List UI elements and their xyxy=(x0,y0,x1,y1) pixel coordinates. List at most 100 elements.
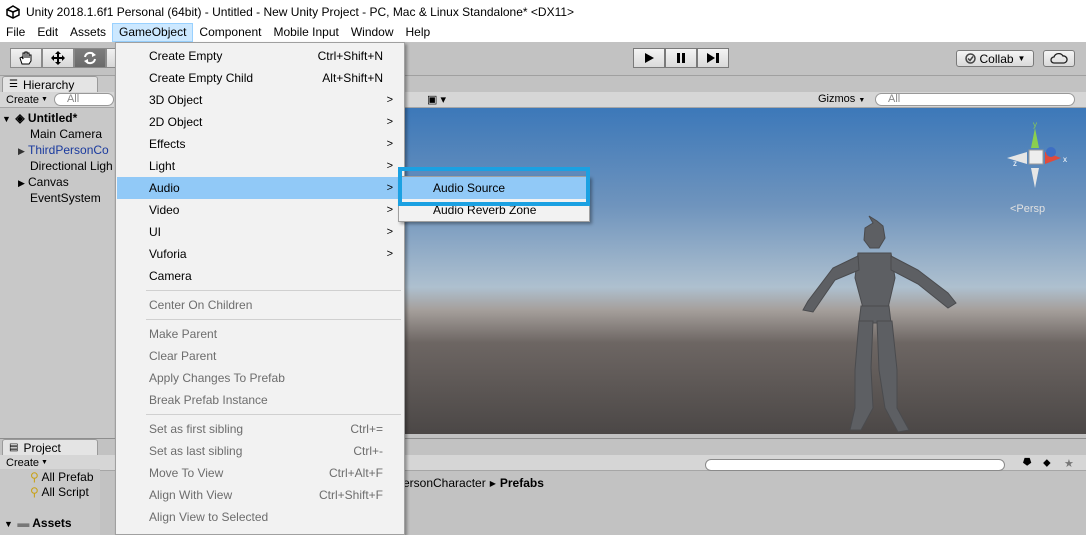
menu-item-center-on-children[interactable]: Center On Children xyxy=(117,294,403,316)
menu-item-label: Center On Children xyxy=(149,298,253,312)
breadcrumb-current[interactable]: Prefabs xyxy=(500,476,544,490)
star-icon[interactable]: ★ xyxy=(1064,457,1074,470)
menu-item-shortcut: Ctrl+Shift+N xyxy=(317,49,383,63)
menu-item-shortcut: Ctrl+= xyxy=(350,422,383,436)
cloud-button[interactable] xyxy=(1043,50,1075,67)
menu-item-label: Camera xyxy=(149,269,192,283)
rotate-icon xyxy=(84,51,96,65)
image-icon[interactable]: ▣ ▾ xyxy=(427,93,446,106)
collab-button[interactable]: Collab ▼ xyxy=(956,50,1034,67)
menu-item-audio[interactable]: Audio > xyxy=(117,177,403,199)
menu-item-label: Create Empty Child xyxy=(149,71,254,85)
menu-item-label: Audio xyxy=(149,181,180,195)
menu-window[interactable]: Window xyxy=(345,23,400,42)
tree-item-label: Main Camera xyxy=(30,127,103,141)
project-create-label: Create xyxy=(6,456,40,469)
hierarchy-create-dropdown[interactable]: Create ▼ xyxy=(6,94,48,106)
project-create-dropdown[interactable]: Create ▼ xyxy=(6,457,48,469)
menu-separator xyxy=(146,414,401,415)
menu-item-vuforia[interactable]: Vuforia > xyxy=(117,243,403,265)
scene-search-placeholder: All xyxy=(888,93,901,105)
hierarchy-tab-label: Hierarchy xyxy=(22,77,75,92)
pause-button[interactable] xyxy=(665,48,697,68)
menu-item-camera[interactable]: Camera xyxy=(117,265,403,287)
menu-item-label: Apply Changes To Prefab xyxy=(149,371,285,385)
menu-item-video[interactable]: Video > xyxy=(117,199,403,221)
menu-component[interactable]: Component xyxy=(193,23,267,42)
menu-item-create-empty[interactable]: Create Empty Ctrl+Shift+N xyxy=(117,45,403,67)
menu-edit[interactable]: Edit xyxy=(31,23,64,42)
play-button[interactable] xyxy=(633,48,665,68)
menu-item-clear-parent[interactable]: Clear Parent xyxy=(117,345,403,367)
menu-help[interactable]: Help xyxy=(400,23,437,42)
menu-assets[interactable]: Assets xyxy=(64,23,112,42)
menu-item-set-first-sibling[interactable]: Set as first sibling Ctrl+= xyxy=(117,418,403,440)
search-icon: ⚲ xyxy=(30,485,39,499)
scene-view[interactable]: y x z <Persp xyxy=(403,108,1086,434)
menu-item-shortcut: Alt+Shift+N xyxy=(322,71,383,85)
menu-item-light[interactable]: Light > xyxy=(117,155,403,177)
breadcrumb-parent[interactable]: ersonCharacter xyxy=(403,476,486,490)
tree-item-label: Canvas xyxy=(28,175,69,189)
chevron-down-icon: ▼ xyxy=(1017,54,1026,63)
assets-label: Assets xyxy=(32,516,72,530)
menu-item-move-to-view[interactable]: Move To View Ctrl+Alt+F xyxy=(117,462,403,484)
menu-file[interactable]: File xyxy=(0,23,31,42)
scene-root-row[interactable]: ▼ ◈ Untitled* xyxy=(2,110,77,126)
tree-item-thirdperson[interactable]: ▶ ThirdPersonCo xyxy=(18,142,109,158)
play-icon xyxy=(645,53,654,63)
menu-item-create-empty-child[interactable]: Create Empty Child Alt+Shift+N xyxy=(117,67,403,89)
move-tool-button[interactable] xyxy=(42,48,74,68)
menu-item-align-with-view[interactable]: Align With View Ctrl+Shift+F xyxy=(117,484,403,506)
hierarchy-search-input[interactable]: All xyxy=(53,93,114,106)
step-button[interactable] xyxy=(697,48,729,68)
filter-by-type-icon[interactable]: ⯂ xyxy=(1022,457,1031,470)
scene-search-input[interactable]: All xyxy=(875,93,1075,106)
tree-item-directional-light[interactable]: Directional Ligh xyxy=(30,158,113,174)
gameobject-menu: Create Empty Ctrl+Shift+N Create Empty Ch… xyxy=(115,42,405,535)
menu-item-label: UI xyxy=(149,225,161,239)
tree-item-canvas[interactable]: ▶ Canvas xyxy=(18,174,69,190)
menu-item-shortcut: Ctrl+Alt+F xyxy=(328,466,383,480)
gizmos-label: Gizmos xyxy=(818,93,856,105)
menu-item-effects[interactable]: Effects > xyxy=(117,133,403,155)
menu-separator xyxy=(146,290,401,291)
menu-mobile-input[interactable]: Mobile Input xyxy=(267,23,344,42)
favorites-all-prefabs[interactable]: ⚲ All Prefab xyxy=(30,469,94,485)
menu-item-2d-object[interactable]: 2D Object > xyxy=(117,111,403,133)
menu-item-apply-changes-to-prefab[interactable]: Apply Changes To Prefab xyxy=(117,367,403,389)
gizmos-dropdown[interactable]: Gizmos ▼ xyxy=(818,93,865,105)
project-tab[interactable]: ▤ Project xyxy=(2,439,98,455)
callout-highlight-box xyxy=(398,167,590,206)
menu-item-set-last-sibling[interactable]: Set as last sibling Ctrl+- xyxy=(117,440,403,462)
chevron-right-icon: > xyxy=(386,248,393,260)
axis-y-label: y xyxy=(1033,120,1037,129)
favorites-all-scripts[interactable]: ⚲ All Script xyxy=(30,484,89,500)
menu-item-label: Align View to Selected xyxy=(149,510,269,524)
hierarchy-toolbar: Create ▼ All xyxy=(0,92,114,108)
menu-item-align-view-to-selected[interactable]: Align View to Selected xyxy=(117,506,403,528)
assets-folder[interactable]: ▼ ▬ Assets xyxy=(4,515,72,531)
menu-item-label: Create Empty xyxy=(149,49,223,63)
unity-logo-icon xyxy=(6,4,20,19)
hand-tool-button[interactable] xyxy=(10,48,42,68)
tree-item-main-camera[interactable]: Main Camera xyxy=(30,126,102,142)
menu-item-ui[interactable]: UI > xyxy=(117,221,403,243)
menu-item-break-prefab-instance[interactable]: Break Prefab Instance xyxy=(117,389,403,411)
transform-tools xyxy=(10,48,118,68)
project-search-input[interactable] xyxy=(705,459,1005,471)
orientation-gizmo-icon[interactable]: y x z xyxy=(1003,118,1075,198)
menu-item-3d-object[interactable]: 3D Object > xyxy=(117,89,403,111)
menu-gameobject[interactable]: GameObject xyxy=(112,23,194,42)
rotate-tool-button[interactable] xyxy=(74,48,106,68)
persp-label[interactable]: <Persp xyxy=(1010,203,1045,215)
hierarchy-tab[interactable]: ☰ Hierarchy xyxy=(2,76,98,92)
hierarchy-panel: ☰ Hierarchy Create ▼ All ▼ ◈ Untitled* M… xyxy=(0,76,114,438)
label-icon[interactable]: ⬥ xyxy=(1043,457,1051,470)
chevron-right-icon: > xyxy=(386,204,393,216)
search-icon: ⚲ xyxy=(30,470,39,484)
chevron-down-icon: ▼ xyxy=(41,459,48,466)
hierarchy-search-placeholder: All xyxy=(66,93,80,105)
tree-item-eventsystem[interactable]: EventSystem xyxy=(30,190,101,206)
menu-item-make-parent[interactable]: Make Parent xyxy=(117,323,403,345)
